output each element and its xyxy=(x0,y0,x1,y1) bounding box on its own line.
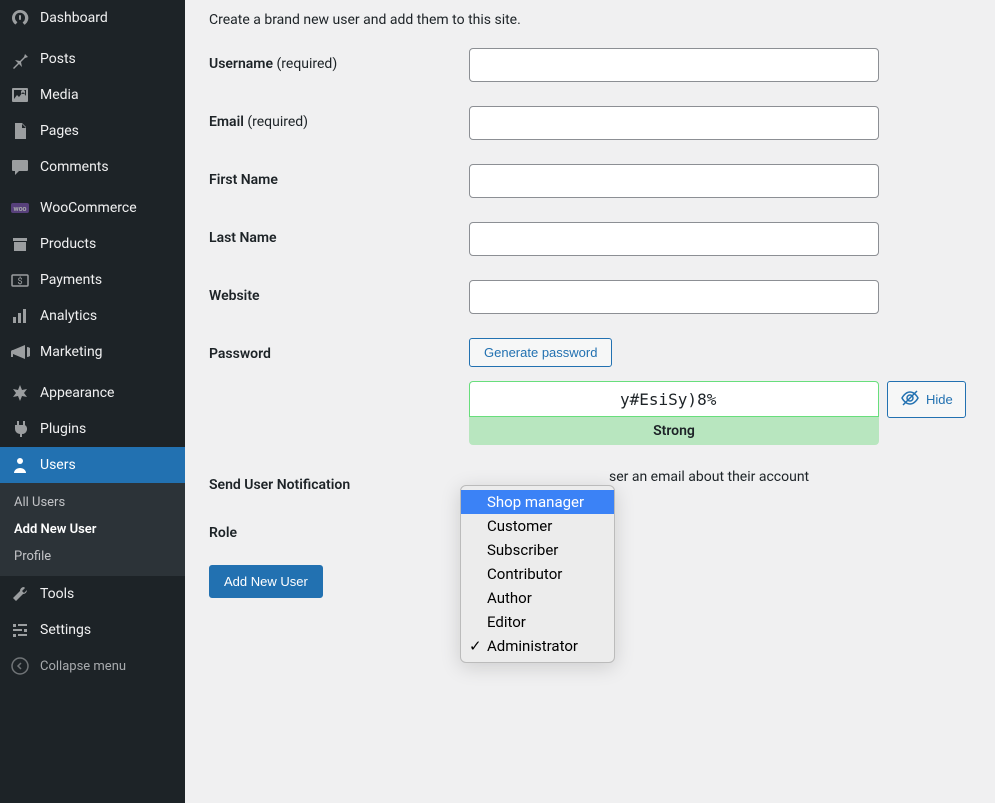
sidebar-item-marketing[interactable]: Marketing xyxy=(0,334,185,370)
sidebar-item-woocommerce[interactable]: woo WooCommerce xyxy=(0,190,185,226)
sidebar-item-payments[interactable]: $ Payments xyxy=(0,262,185,298)
analytics-icon xyxy=(10,306,30,326)
submenu-item-all-users[interactable]: All Users xyxy=(0,489,185,516)
svg-text:$: $ xyxy=(17,276,22,287)
hide-password-button[interactable]: Hide xyxy=(887,381,966,418)
submenu-item-profile[interactable]: Profile xyxy=(0,543,185,570)
password-strength-indicator: Strong xyxy=(469,417,879,445)
email-input[interactable] xyxy=(469,106,879,140)
products-icon xyxy=(10,234,30,254)
sidebar-item-plugins[interactable]: Plugins xyxy=(0,411,185,447)
sidebar-item-label: Appearance xyxy=(40,385,114,401)
sidebar-item-tools[interactable]: Tools xyxy=(0,576,185,612)
role-label: Role xyxy=(209,517,469,541)
sidebar-item-comments[interactable]: Comments xyxy=(0,149,185,185)
password-label: Password xyxy=(209,338,469,362)
dashboard-icon xyxy=(10,8,30,28)
collapse-icon xyxy=(10,656,30,676)
sidebar-item-label: WooCommerce xyxy=(40,200,137,216)
notification-description: ser an email about their account xyxy=(609,469,809,485)
media-icon xyxy=(10,85,30,105)
sidebar-item-label: Analytics xyxy=(40,308,97,324)
sidebar-item-label: Posts xyxy=(40,51,76,67)
sidebar-item-pages[interactable]: Pages xyxy=(0,113,185,149)
website-input[interactable] xyxy=(469,280,879,314)
collapse-menu-button[interactable]: Collapse menu xyxy=(0,648,185,684)
comments-icon xyxy=(10,157,30,177)
sidebar-item-label: Marketing xyxy=(40,344,103,360)
sidebar-item-label: Plugins xyxy=(40,421,86,437)
role-option-administrator[interactable]: Administrator xyxy=(461,634,614,658)
sidebar-item-label: Pages xyxy=(40,123,79,139)
username-label: Username (required) xyxy=(209,48,469,72)
role-option-editor[interactable]: Editor xyxy=(461,610,614,634)
payments-icon: $ xyxy=(10,270,30,290)
sidebar-item-appearance[interactable]: Appearance xyxy=(0,375,185,411)
sidebar-item-media[interactable]: Media xyxy=(0,77,185,113)
email-label: Email (required) xyxy=(209,106,469,130)
tools-icon xyxy=(10,584,30,604)
password-input[interactable]: y#EsiSy)8% xyxy=(469,381,879,417)
sidebar-item-label: Comments xyxy=(40,159,109,175)
admin-sidebar: Dashboard Posts Media Pages Comments woo… xyxy=(0,0,185,803)
eye-slash-icon xyxy=(900,388,920,411)
svg-text:woo: woo xyxy=(13,205,26,213)
firstname-input[interactable] xyxy=(469,164,879,198)
sidebar-item-label: Tools xyxy=(40,586,74,602)
role-option-author[interactable]: Author xyxy=(461,586,614,610)
pin-icon xyxy=(10,49,30,69)
role-option-customer[interactable]: Customer xyxy=(461,514,614,538)
sidebar-item-label: Products xyxy=(40,236,96,252)
role-option-subscriber[interactable]: Subscriber xyxy=(461,538,614,562)
sidebar-item-label: Dashboard xyxy=(40,10,108,26)
notification-label: Send User Notification xyxy=(209,469,469,493)
add-new-user-submit-button[interactable]: Add New User xyxy=(209,565,323,598)
sidebar-item-posts[interactable]: Posts xyxy=(0,41,185,77)
users-icon xyxy=(10,455,30,475)
main-content: Create a brand new user and add them to … xyxy=(185,0,995,803)
lastname-input[interactable] xyxy=(469,222,879,256)
sidebar-item-label: Users xyxy=(40,457,76,473)
lastname-label: Last Name xyxy=(209,222,469,246)
woocommerce-icon: woo xyxy=(10,198,30,218)
sidebar-item-label: Payments xyxy=(40,272,102,288)
marketing-icon xyxy=(10,342,30,362)
website-label: Website xyxy=(209,280,469,304)
page-intro: Create a brand new user and add them to … xyxy=(209,12,971,28)
users-submenu: All Users Add New User Profile xyxy=(0,483,185,576)
sidebar-item-label: Media xyxy=(40,87,79,103)
sidebar-item-dashboard[interactable]: Dashboard xyxy=(0,0,185,36)
sidebar-item-analytics[interactable]: Analytics xyxy=(0,298,185,334)
sidebar-item-users[interactable]: Users xyxy=(0,447,185,483)
sidebar-item-label: Settings xyxy=(40,622,91,638)
submenu-item-add-new-user[interactable]: Add New User xyxy=(0,516,185,543)
sidebar-item-settings[interactable]: Settings xyxy=(0,612,185,648)
role-dropdown[interactable]: Shop manager Customer Subscriber Contrib… xyxy=(460,485,615,663)
sidebar-item-products[interactable]: Products xyxy=(0,226,185,262)
plugins-icon xyxy=(10,419,30,439)
role-option-contributor[interactable]: Contributor xyxy=(461,562,614,586)
appearance-icon xyxy=(10,383,30,403)
generate-password-button[interactable]: Generate password xyxy=(469,338,612,367)
username-input[interactable] xyxy=(469,48,879,82)
pages-icon xyxy=(10,121,30,141)
collapse-label: Collapse menu xyxy=(40,659,126,674)
settings-icon xyxy=(10,620,30,640)
firstname-label: First Name xyxy=(209,164,469,188)
role-option-shop-manager[interactable]: Shop manager xyxy=(461,490,614,514)
